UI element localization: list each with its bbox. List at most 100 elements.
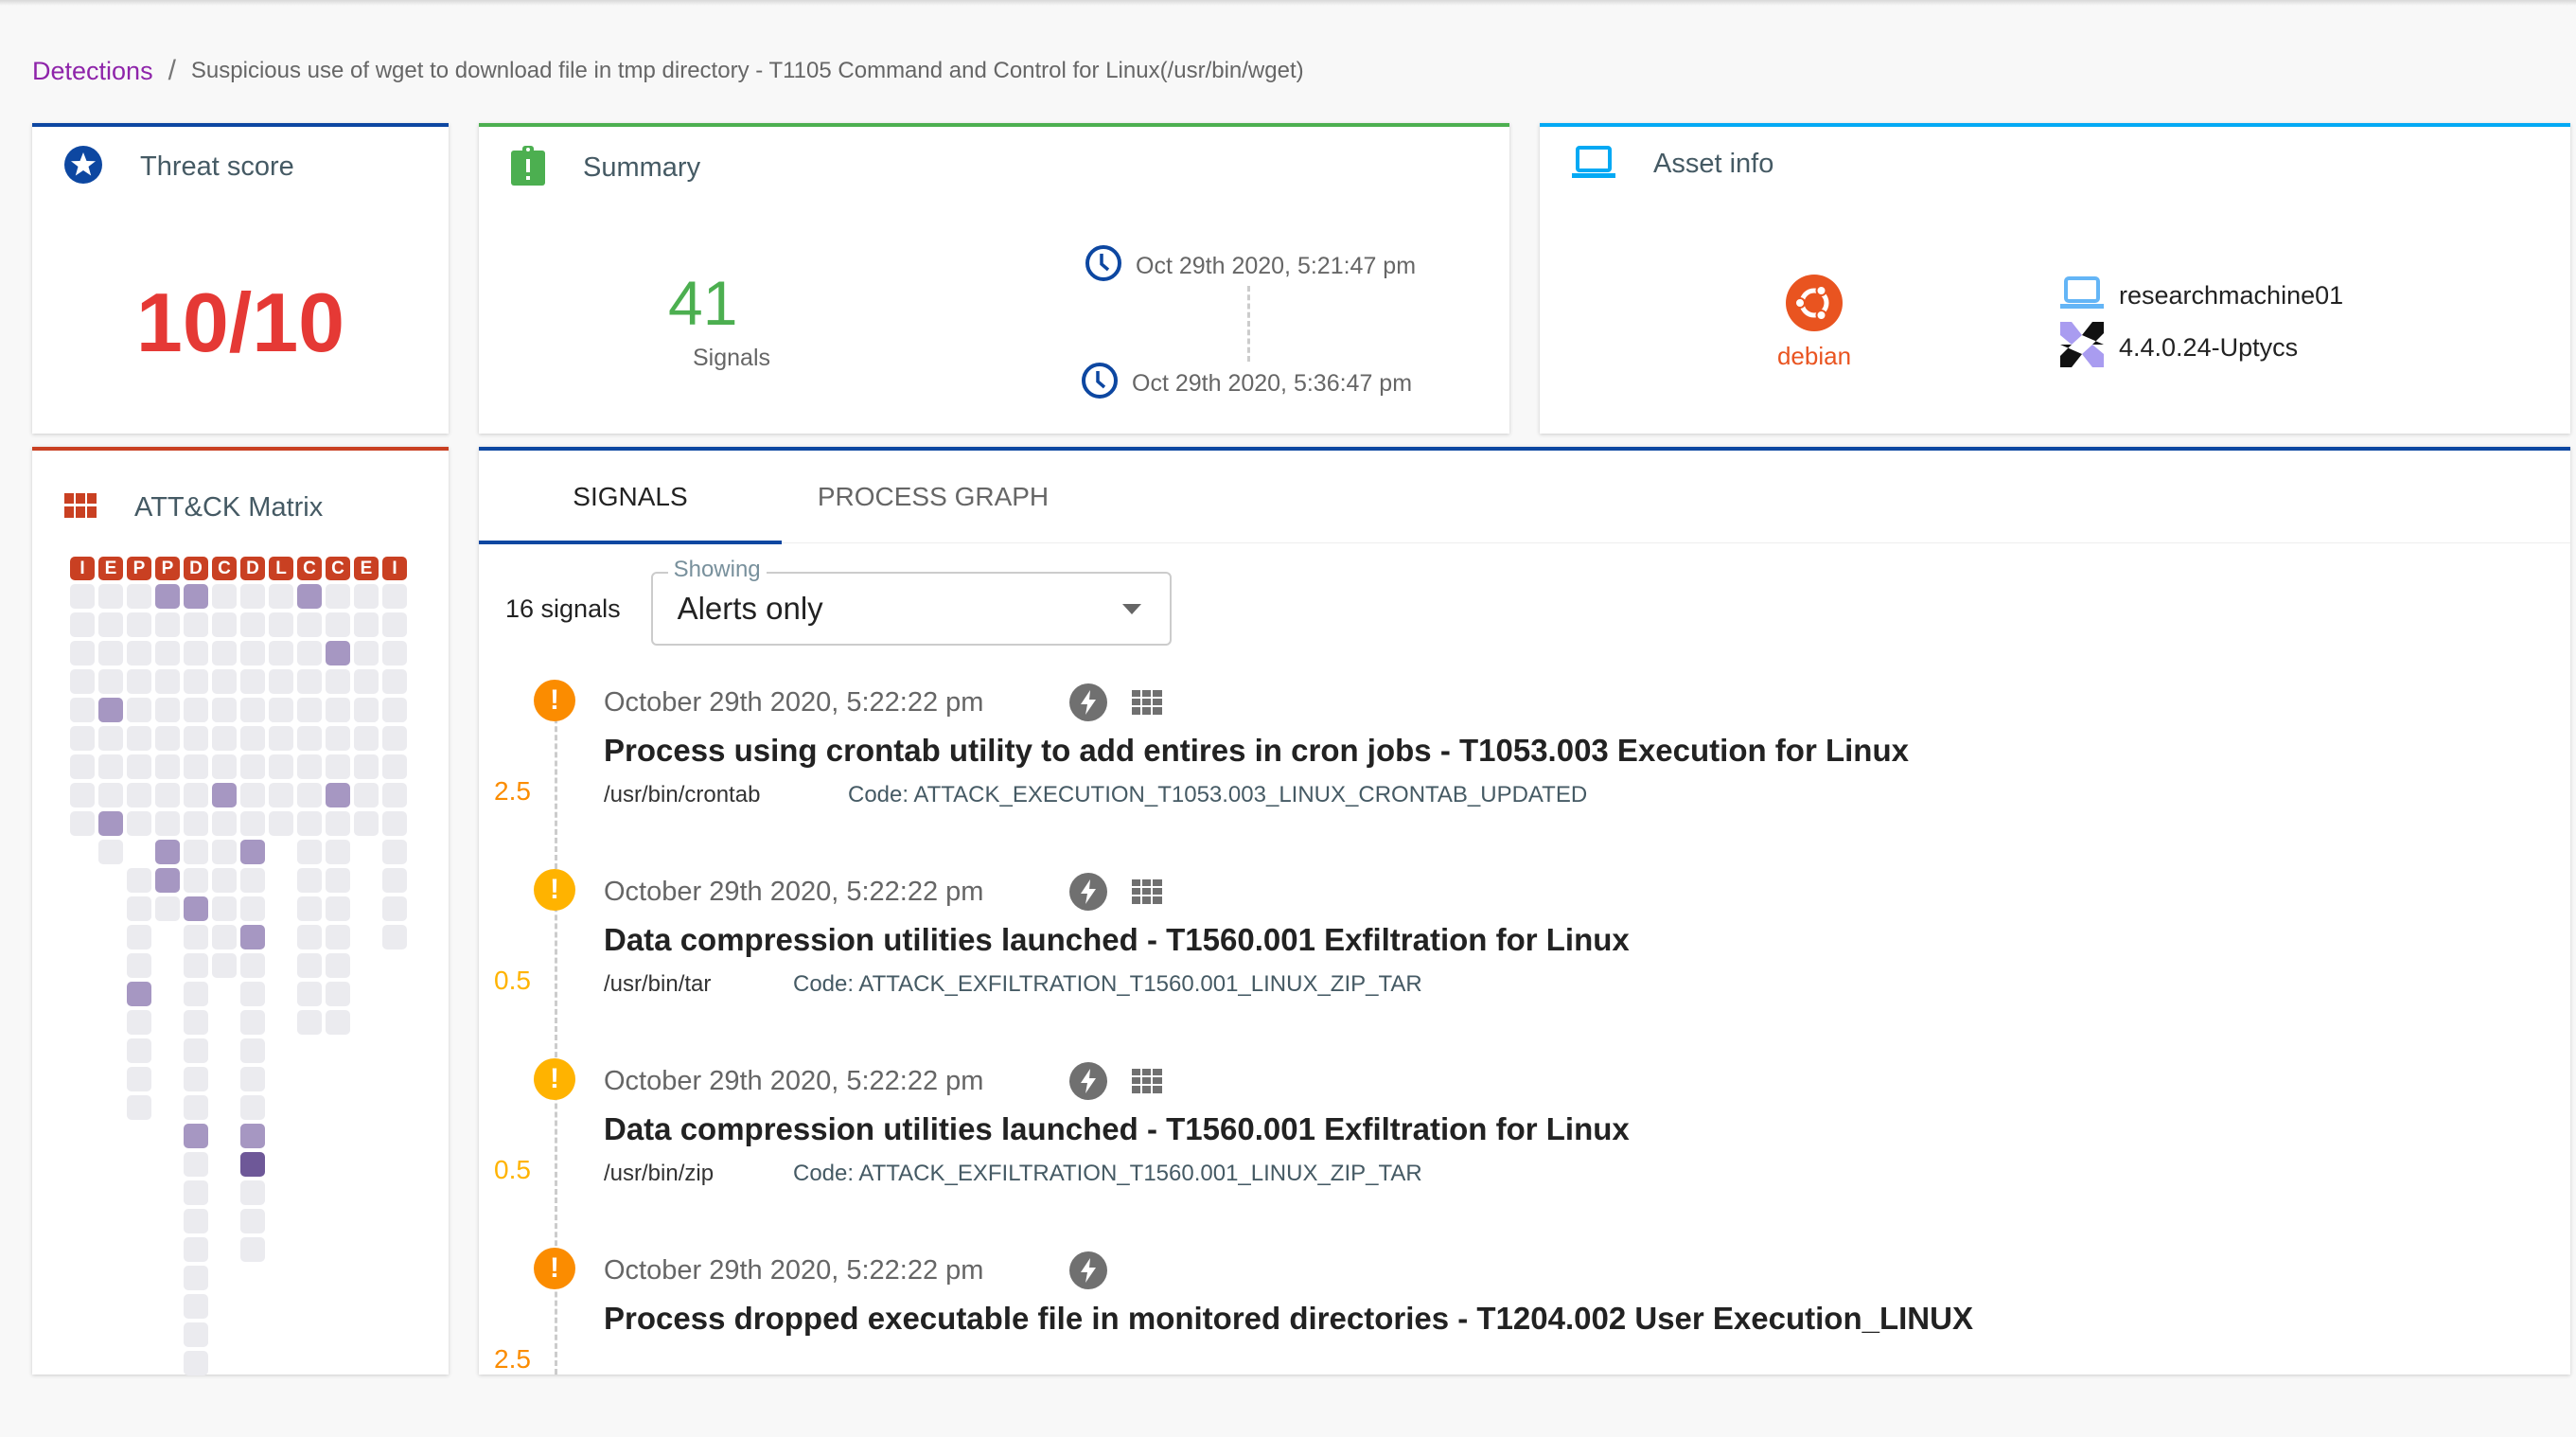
technique-cell[interactable] (326, 669, 350, 694)
tactic-header[interactable]: I (382, 557, 407, 580)
tactic-header[interactable]: I (70, 557, 95, 580)
tactic-header[interactable]: C (297, 557, 322, 580)
technique-cell[interactable] (98, 669, 123, 694)
technique-cell[interactable] (240, 1067, 265, 1091)
technique-cell[interactable] (184, 726, 208, 751)
technique-cell[interactable] (212, 811, 237, 836)
technique-cell[interactable] (212, 925, 237, 949)
technique-cell[interactable] (98, 641, 123, 665)
technique-cell[interactable] (269, 669, 293, 694)
technique-cell[interactable] (382, 811, 407, 836)
technique-cell[interactable] (212, 754, 237, 779)
tactic-header[interactable]: E (98, 557, 123, 580)
technique-cell[interactable] (297, 584, 322, 609)
tab-process-graph[interactable]: PROCESS GRAPH (782, 451, 1085, 543)
technique-cell[interactable] (297, 669, 322, 694)
technique-cell[interactable] (240, 1095, 265, 1120)
technique-cell[interactable] (297, 783, 322, 807)
technique-cell[interactable] (184, 840, 208, 864)
technique-cell[interactable] (127, 726, 151, 751)
technique-cell[interactable] (184, 612, 208, 637)
technique-cell[interactable] (297, 840, 322, 864)
technique-cell[interactable] (127, 868, 151, 893)
technique-cell[interactable] (297, 868, 322, 893)
technique-cell[interactable] (127, 1067, 151, 1091)
technique-cell[interactable] (127, 669, 151, 694)
technique-cell[interactable] (382, 925, 407, 949)
technique-cell[interactable] (240, 840, 265, 864)
technique-cell[interactable] (155, 896, 180, 921)
technique-cell[interactable] (240, 698, 265, 722)
technique-cell[interactable] (240, 1152, 265, 1177)
technique-cell[interactable] (326, 896, 350, 921)
technique-cell[interactable] (127, 1010, 151, 1035)
technique-cell[interactable] (70, 584, 95, 609)
technique-cell[interactable] (212, 896, 237, 921)
technique-cell[interactable] (240, 1124, 265, 1148)
technique-cell[interactable] (184, 1180, 208, 1205)
technique-cell[interactable] (212, 698, 237, 722)
technique-cell[interactable] (127, 811, 151, 836)
technique-cell[interactable] (269, 584, 293, 609)
signal-item[interactable]: ! October 29th 2020, 5:22:22 pm Process dr… (479, 1248, 2570, 1437)
technique-cell[interactable] (184, 1124, 208, 1148)
technique-cell[interactable] (326, 754, 350, 779)
technique-cell[interactable] (98, 754, 123, 779)
technique-cell[interactable] (382, 754, 407, 779)
technique-cell[interactable] (297, 982, 322, 1006)
technique-cell[interactable] (70, 641, 95, 665)
technique-cell[interactable] (98, 811, 123, 836)
tactic-header[interactable]: C (326, 557, 350, 580)
technique-cell[interactable] (269, 726, 293, 751)
technique-cell[interactable] (155, 726, 180, 751)
technique-cell[interactable] (184, 1351, 208, 1375)
tactic-header[interactable]: D (240, 557, 265, 580)
tactic-header[interactable]: E (354, 557, 379, 580)
technique-cell[interactable] (184, 641, 208, 665)
technique-cell[interactable] (98, 584, 123, 609)
technique-cell[interactable] (127, 612, 151, 637)
technique-cell[interactable] (98, 612, 123, 637)
technique-cell[interactable] (184, 669, 208, 694)
technique-cell[interactable] (326, 982, 350, 1006)
technique-cell[interactable] (382, 783, 407, 807)
signal-title[interactable]: Process dropped executable file in monit… (604, 1301, 1973, 1337)
technique-cell[interactable] (382, 612, 407, 637)
technique-cell[interactable] (184, 584, 208, 609)
signal-item[interactable]: ! October 29th 2020, 5:22:22 pm Process us… (479, 680, 2570, 869)
technique-cell[interactable] (382, 698, 407, 722)
technique-cell[interactable] (127, 641, 151, 665)
technique-cell[interactable] (212, 840, 237, 864)
technique-cell[interactable] (240, 584, 265, 609)
technique-cell[interactable] (240, 754, 265, 779)
technique-cell[interactable] (70, 612, 95, 637)
technique-cell[interactable] (326, 726, 350, 751)
showing-filter-select[interactable]: Showing Alerts only (650, 557, 1172, 646)
technique-cell[interactable] (184, 925, 208, 949)
technique-cell[interactable] (326, 641, 350, 665)
technique-cell[interactable] (70, 811, 95, 836)
technique-cell[interactable] (184, 1010, 208, 1035)
technique-cell[interactable] (354, 612, 379, 637)
technique-cell[interactable] (354, 669, 379, 694)
technique-cell[interactable] (297, 953, 322, 978)
technique-cell[interactable] (326, 953, 350, 978)
technique-cell[interactable] (240, 925, 265, 949)
technique-cell[interactable] (326, 783, 350, 807)
technique-cell[interactable] (212, 953, 237, 978)
technique-cell[interactable] (297, 726, 322, 751)
technique-cell[interactable] (326, 1010, 350, 1035)
technique-cell[interactable] (184, 953, 208, 978)
technique-cell[interactable] (354, 584, 379, 609)
technique-cell[interactable] (240, 953, 265, 978)
technique-cell[interactable] (127, 982, 151, 1006)
tactic-header[interactable]: L (269, 557, 293, 580)
technique-cell[interactable] (212, 584, 237, 609)
technique-cell[interactable] (184, 754, 208, 779)
technique-cell[interactable] (382, 669, 407, 694)
technique-cell[interactable] (240, 641, 265, 665)
technique-cell[interactable] (326, 698, 350, 722)
technique-cell[interactable] (354, 754, 379, 779)
technique-cell[interactable] (212, 669, 237, 694)
technique-cell[interactable] (382, 641, 407, 665)
